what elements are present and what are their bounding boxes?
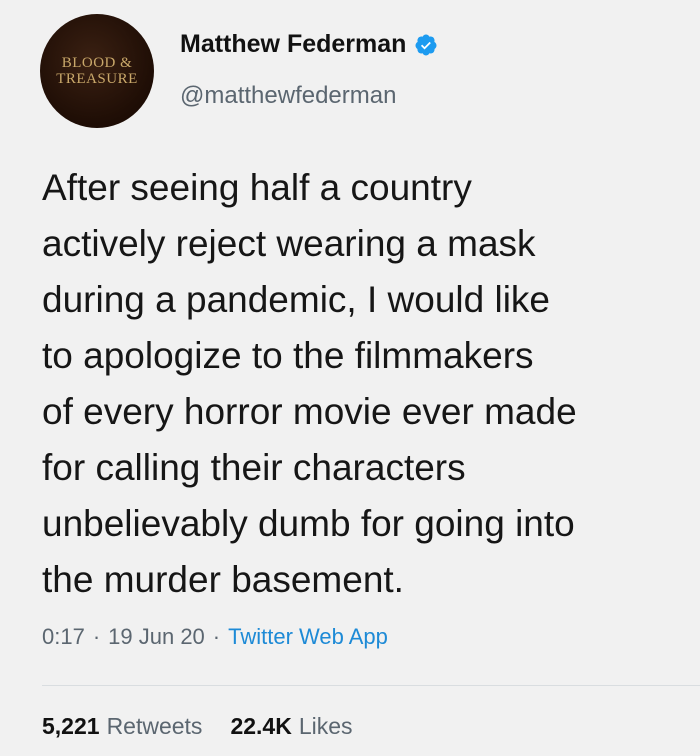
avatar-text-line1: BLOOD & <box>61 54 133 71</box>
avatar-logo: BLOOD & TREASURE <box>56 54 138 87</box>
tweet-text: After seeing half a country actively rej… <box>42 167 577 600</box>
retweets-count[interactable]: 5,221 <box>42 713 100 740</box>
avatar[interactable]: BLOOD & TREASURE <box>40 14 154 128</box>
verified-badge-icon <box>415 34 437 55</box>
likes-label[interactable]: Likes <box>299 713 353 740</box>
avatar-text-line2: TREASURE <box>56 70 138 87</box>
likes-count[interactable]: 22.4K <box>230 713 291 740</box>
tweet-meta: 0:17 · 19 Jun 20 · Twitter Web App <box>42 624 388 650</box>
tweet-stats: 5,221 Retweets 22.4K Likes <box>42 713 353 740</box>
tweet-time[interactable]: 0:17 <box>42 624 85 650</box>
meta-separator: · <box>92 624 101 649</box>
tweet-card: BLOOD & TREASURE Matthew Federman @matth… <box>0 0 700 756</box>
user-handle[interactable]: @matthewfederman <box>180 82 396 110</box>
tweet-date[interactable]: 19 Jun 20 <box>108 624 205 650</box>
user-name-row: Matthew Federman <box>180 30 438 59</box>
tweet-source-link[interactable]: Twitter Web App <box>228 624 388 650</box>
retweets-label[interactable]: Retweets <box>107 713 203 740</box>
divider <box>42 685 700 686</box>
user-name[interactable]: Matthew Federman <box>180 30 406 59</box>
meta-separator: · <box>212 624 221 649</box>
